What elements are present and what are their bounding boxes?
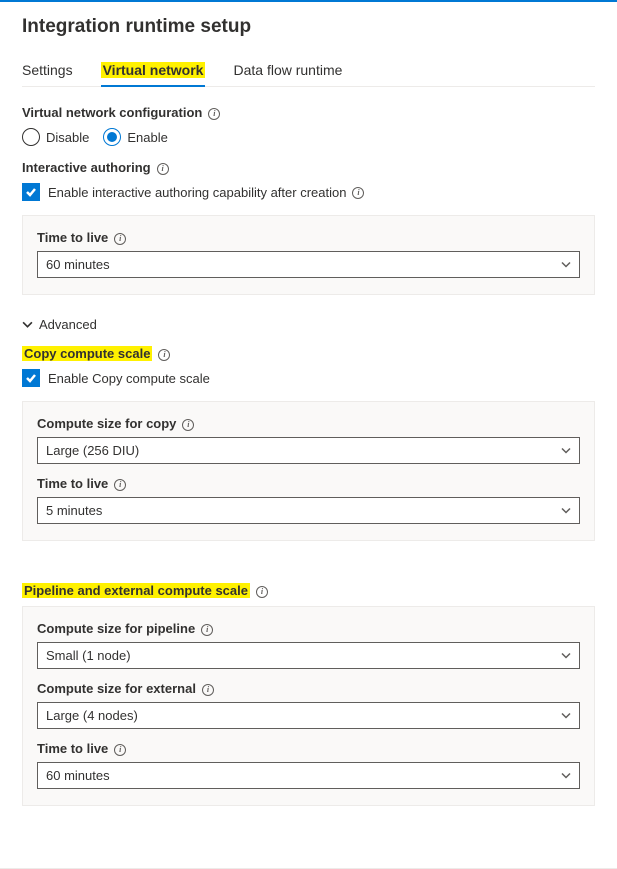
- advanced-label: Advanced: [39, 317, 97, 332]
- advanced-toggle[interactable]: Advanced: [22, 317, 595, 332]
- info-icon[interactable]: [114, 744, 126, 756]
- interactive-ttl-label-text: Time to live: [37, 230, 108, 245]
- info-icon[interactable]: [114, 479, 126, 491]
- chevron-down-icon: [561, 503, 571, 518]
- check-icon: [25, 372, 37, 384]
- radio-dot-icon: [107, 132, 117, 142]
- pipeline-compute-size-label: Compute size for pipeline: [37, 621, 580, 636]
- page-container: Integration runtime setup Settings Virtu…: [0, 2, 617, 869]
- copy-compute-panel: Compute size for copy Large (256 DIU) Ti…: [22, 401, 595, 541]
- interactive-ttl-label: Time to live: [37, 230, 580, 245]
- info-icon[interactable]: [208, 108, 220, 120]
- radio-circle-icon: [22, 128, 40, 146]
- copy-compute-scale-heading-text: Copy compute scale: [22, 346, 152, 361]
- radio-enable[interactable]: Enable: [103, 128, 167, 146]
- vnet-config-label: Virtual network configuration: [22, 105, 595, 120]
- info-icon[interactable]: [157, 163, 169, 175]
- radio-circle-icon: [103, 128, 121, 146]
- pipeline-compute-panel: Compute size for pipeline Small (1 node)…: [22, 606, 595, 806]
- pipeline-compute-size-select[interactable]: Small (1 node): [37, 642, 580, 669]
- external-compute-size-label-text: Compute size for external: [37, 681, 196, 696]
- info-icon[interactable]: [201, 624, 213, 636]
- copy-compute-checkbox-label: Enable Copy compute scale: [48, 371, 210, 386]
- radio-disable[interactable]: Disable: [22, 128, 89, 146]
- copy-compute-scale-heading: Copy compute scale: [22, 346, 170, 361]
- copy-compute-scale-checkbox-row: Enable Copy compute scale: [22, 369, 595, 387]
- vnet-config-radio-group: Disable Enable: [22, 128, 595, 146]
- info-icon[interactable]: [256, 586, 268, 598]
- copy-compute-size-select[interactable]: Large (256 DIU): [37, 437, 580, 464]
- copy-compute-size-label-text: Compute size for copy: [37, 416, 176, 431]
- pipeline-compute-size-value: Small (1 node): [46, 648, 131, 663]
- external-compute-size-select[interactable]: Large (4 nodes): [37, 702, 580, 729]
- info-icon[interactable]: [202, 684, 214, 696]
- info-icon[interactable]: [114, 233, 126, 245]
- info-icon[interactable]: [352, 187, 364, 199]
- chevron-down-icon: [561, 648, 571, 663]
- tab-bar: Settings Virtual network Data flow runti…: [22, 56, 595, 87]
- chevron-down-icon: [22, 319, 33, 330]
- vnet-config-label-text: Virtual network configuration: [22, 105, 202, 120]
- interactive-checkbox-label-wrap: Enable interactive authoring capability …: [48, 185, 364, 200]
- external-compute-size-value: Large (4 nodes): [46, 708, 138, 723]
- chevron-down-icon: [561, 708, 571, 723]
- chevron-down-icon: [561, 443, 571, 458]
- copy-ttl-value: 5 minutes: [46, 503, 102, 518]
- page-title: Integration runtime setup: [22, 16, 595, 38]
- interactive-panel: Time to live 60 minutes: [22, 215, 595, 295]
- radio-enable-label: Enable: [127, 130, 167, 145]
- interactive-authoring-checkbox-row: Enable interactive authoring capability …: [22, 183, 595, 201]
- tab-dataflow-runtime[interactable]: Data flow runtime: [233, 56, 342, 86]
- check-icon: [25, 186, 37, 198]
- pipeline-compute-scale-heading: Pipeline and external compute scale: [22, 583, 268, 598]
- interactive-authoring-label-text: Interactive authoring: [22, 160, 151, 175]
- checkbox-interactive-authoring[interactable]: [22, 183, 40, 201]
- chevron-down-icon: [561, 768, 571, 783]
- copy-ttl-label: Time to live: [37, 476, 580, 491]
- interactive-authoring-label: Interactive authoring: [22, 160, 595, 175]
- copy-ttl-label-text: Time to live: [37, 476, 108, 491]
- external-compute-size-label: Compute size for external: [37, 681, 580, 696]
- pipeline-compute-scale-heading-text: Pipeline and external compute scale: [22, 583, 250, 598]
- tab-virtual-network-label: Virtual network: [101, 62, 206, 78]
- copy-ttl-select[interactable]: 5 minutes: [37, 497, 580, 524]
- pipeline-ttl-value: 60 minutes: [46, 768, 110, 783]
- checkbox-copy-compute-scale[interactable]: [22, 369, 40, 387]
- tab-virtual-network[interactable]: Virtual network: [101, 56, 206, 86]
- copy-compute-size-label: Compute size for copy: [37, 416, 580, 431]
- tab-settings[interactable]: Settings: [22, 56, 73, 86]
- interactive-ttl-value: 60 minutes: [46, 257, 110, 272]
- pipeline-ttl-label-text: Time to live: [37, 741, 108, 756]
- chevron-down-icon: [561, 257, 571, 272]
- pipeline-ttl-select[interactable]: 60 minutes: [37, 762, 580, 789]
- radio-disable-label: Disable: [46, 130, 89, 145]
- interactive-ttl-select[interactable]: 60 minutes: [37, 251, 580, 278]
- pipeline-ttl-label: Time to live: [37, 741, 580, 756]
- info-icon[interactable]: [158, 349, 170, 361]
- interactive-checkbox-label: Enable interactive authoring capability …: [48, 185, 346, 200]
- pipeline-compute-size-label-text: Compute size for pipeline: [37, 621, 195, 636]
- info-icon[interactable]: [182, 419, 194, 431]
- copy-compute-size-value: Large (256 DIU): [46, 443, 139, 458]
